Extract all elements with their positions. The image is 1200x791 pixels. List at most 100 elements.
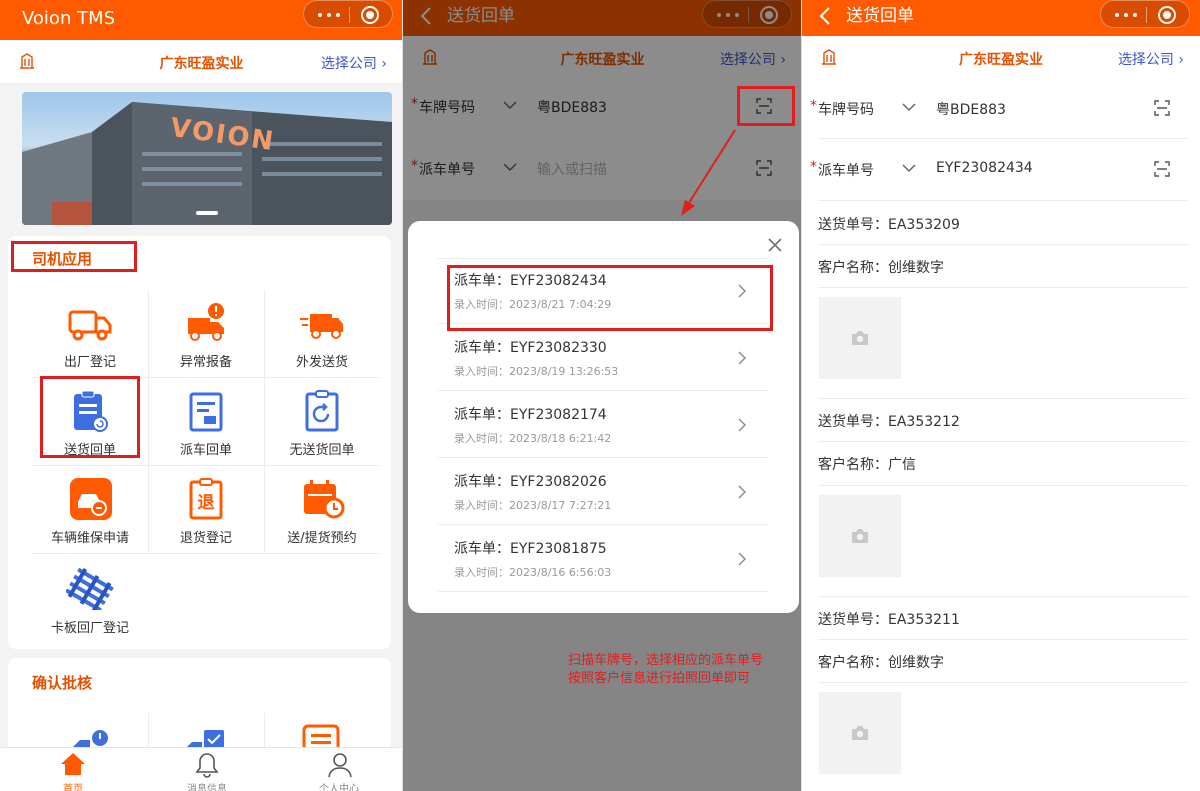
- photo-upload[interactable]: [819, 297, 901, 379]
- app-outbound-delivery[interactable]: 外发送货: [264, 290, 380, 378]
- close-miniprogram-icon[interactable]: [361, 6, 379, 24]
- app-checkout-register[interactable]: 出厂登记: [32, 290, 148, 378]
- customer-name: 客户名称：广信: [818, 457, 916, 473]
- dispatch-time: 录入时间：2023/8/16 6:56:03: [454, 566, 612, 579]
- row-divider: [818, 200, 1188, 201]
- return-icon: 退: [189, 478, 223, 520]
- dispatch-time: 录入时间：2023/8/18 6:21:42: [454, 432, 612, 445]
- dispatch-list-item[interactable]: 派车单：EYF23081875 录入时间：2023/8/16 6:56:03: [438, 526, 768, 592]
- chevron-right-icon: [738, 418, 746, 432]
- close-icon[interactable]: [767, 237, 783, 253]
- truck-alert-icon: [188, 303, 224, 341]
- customer-name: 客户名称：创维数字: [818, 260, 944, 276]
- scan-icon[interactable]: [1154, 161, 1170, 177]
- highlight-box-dispatch-item: [447, 265, 773, 331]
- chevron-down-icon[interactable]: [902, 102, 916, 112]
- row-divider: [818, 485, 1188, 486]
- mini-program-capsule[interactable]: [303, 0, 393, 28]
- tab-profile[interactable]: 个人中心: [272, 748, 403, 791]
- more-icon[interactable]: [318, 13, 340, 17]
- row-divider: [818, 639, 1188, 640]
- plate-input[interactable]: 粤BDE883: [936, 99, 1006, 119]
- annotation-line: 按照客户信息进行拍照回单即可: [568, 671, 751, 686]
- app-pallet-return[interactable]: 卡板回厂登记: [32, 556, 148, 644]
- receipt-header: 送货回单: [802, 0, 1200, 40]
- tab-label: 个人中心: [319, 784, 359, 791]
- annotation-arrow: [681, 129, 736, 216]
- capsule-divider: [1146, 7, 1147, 23]
- no-delivery-receipt-icon: [305, 390, 339, 432]
- camera-icon: [852, 726, 868, 740]
- dispatch-list-item[interactable]: 派车单：EYF23082174 录入时间：2023/8/18 6:21:42: [438, 392, 768, 458]
- delivery-number: 送货单号：EA353212: [818, 414, 960, 430]
- page-title: 送货回单: [846, 6, 914, 26]
- home-header: Voion TMS: [0, 0, 403, 40]
- camera-icon: [852, 529, 868, 543]
- bottom-tab-bar: 首页 消息信息 个人中心: [0, 747, 403, 791]
- app-title: Voion TMS: [22, 8, 116, 29]
- select-company-link[interactable]: 选择公司 ›: [321, 53, 387, 73]
- row-divider: [818, 682, 1188, 683]
- app-label: 外发送货: [295, 355, 348, 370]
- mini-program-capsule[interactable]: [1100, 0, 1190, 28]
- user-icon: [328, 753, 352, 778]
- banner-image: VOION: [22, 92, 392, 225]
- photo-upload[interactable]: [819, 495, 901, 577]
- close-miniprogram-icon[interactable]: [1158, 6, 1176, 24]
- app-vehicle-maintenance[interactable]: 车辆维保申请: [32, 466, 148, 554]
- plate-number-row: * 车牌号码 粤BDE883: [802, 78, 1200, 140]
- dispatch-time: 录入时间：2023/8/19 13:26:53: [454, 365, 619, 378]
- bell-icon: [195, 753, 219, 778]
- dispatch-list-item[interactable]: 派车单：EYF23082026 录入时间：2023/8/17 7:27:21: [438, 459, 768, 525]
- tab-label: 首页: [63, 784, 83, 791]
- scan-icon[interactable]: [1154, 100, 1170, 116]
- highlight-box-delivery-receipt: [40, 376, 140, 458]
- back-arrow-icon[interactable]: [816, 6, 836, 26]
- dispatch-list-item[interactable]: 派车单：EYF23082330 录入时间：2023/8/19 13:26:53: [438, 325, 768, 391]
- chevron-down-icon[interactable]: [902, 163, 916, 173]
- app-label: 卡板回厂登记: [50, 621, 129, 636]
- plate-label: 车牌号码: [818, 102, 874, 118]
- customer-name: 客户名称：创维数字: [818, 655, 944, 671]
- tab-home[interactable]: 首页: [6, 748, 140, 791]
- dispatch-input[interactable]: EYF23082434: [936, 160, 1033, 176]
- annotation-note: 扫描车牌号，选择相应的派车单号 按照客户信息进行拍照回单即可: [568, 652, 798, 688]
- company-bar: 广东旺盈实业 选择公司 ›: [802, 36, 1200, 80]
- row-divider: [818, 287, 1188, 288]
- app-label: 派车回单: [179, 443, 232, 458]
- tab-messages[interactable]: 消息信息: [140, 748, 274, 791]
- chevron-right-icon: [738, 485, 746, 499]
- highlight-box-scan: [737, 86, 795, 126]
- photo-upload[interactable]: [819, 692, 901, 774]
- dispatch-time: 录入时间：2023/8/17 7:27:21: [454, 499, 612, 512]
- dispatch-receipt-icon: [189, 392, 223, 432]
- required-mark: *: [810, 159, 817, 175]
- app-label: 无送货回单: [289, 443, 355, 458]
- app-no-delivery-receipt[interactable]: 无送货回单: [264, 378, 380, 466]
- app-label: 异常报备: [179, 355, 232, 370]
- company-bar: 广东旺盈实业 选择公司 ›: [0, 40, 403, 84]
- car-repair-icon: [70, 478, 112, 520]
- home-icon: [61, 753, 85, 775]
- tab-label: 消息信息: [187, 784, 227, 791]
- app-return-register[interactable]: 退 退货登记: [148, 466, 264, 554]
- truck-outline-icon: [68, 310, 112, 341]
- select-company-link[interactable]: 选择公司 ›: [1118, 49, 1184, 69]
- dispatch-title: 派车单：EYF23082174: [454, 407, 607, 423]
- camera-icon: [852, 331, 868, 345]
- fast-truck-icon: [300, 314, 343, 339]
- delivery-number: 送货单号：EA353211: [818, 612, 960, 628]
- dispatch-title: 派车单：EYF23082330: [454, 340, 607, 356]
- app-pickup-appointment[interactable]: 送/提货预约: [264, 466, 380, 554]
- dispatch-select-screen: 送货回单 广东旺盈实业 选择公司 › * 车牌号码 粤BDE883 * 派车单号…: [403, 0, 802, 791]
- capsule-divider: [349, 7, 350, 23]
- receipt-detail-screen: 送货回单 广东旺盈实业 选择公司 › * 车牌号码 粤BDE883 * 派车单号…: [802, 0, 1200, 791]
- app-label: 车辆维保申请: [50, 531, 129, 546]
- app-exception-report[interactable]: 异常报备: [148, 290, 264, 378]
- app-label: 退货登记: [179, 531, 232, 546]
- pallet-icon: [66, 568, 114, 610]
- building-photo: [22, 102, 392, 225]
- app-dispatch-receipt[interactable]: 派车回单: [148, 378, 264, 466]
- more-icon[interactable]: [1115, 13, 1137, 17]
- row-divider: [818, 596, 1188, 597]
